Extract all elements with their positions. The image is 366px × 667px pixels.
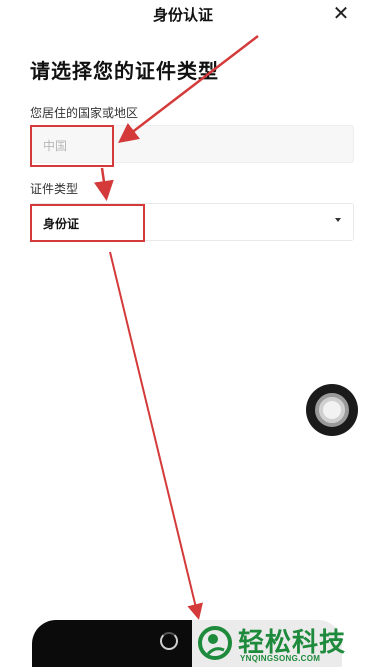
watermark-domain: YNQINGSONG.COM (240, 654, 321, 663)
page-title: 请选择您的证件类型 (30, 61, 219, 83)
circle-icon (315, 393, 349, 427)
loading-spinner-icon[interactable] (160, 632, 178, 650)
annotation-box-country (30, 125, 114, 167)
annotation-arrows (93, 35, 259, 620)
annotation-box-id-type (30, 204, 145, 242)
arrow-to-bottom-button (109, 251, 203, 620)
header: 身份认证 ✕ (0, 0, 366, 30)
floating-assistant-button[interactable] (306, 384, 358, 436)
arrow-to-id-type (93, 167, 114, 201)
country-label: 您居住的国家或地区 (30, 106, 139, 120)
chevron-down-icon (335, 218, 341, 222)
close-icon[interactable]: ✕ (330, 2, 352, 25)
watermark: 轻松科技 YNQINGSONG.COM (192, 620, 366, 667)
id-type-label: 证件类型 (30, 182, 79, 196)
watermark-logo-icon (198, 626, 232, 660)
page-header-title: 身份认证 (152, 7, 213, 24)
